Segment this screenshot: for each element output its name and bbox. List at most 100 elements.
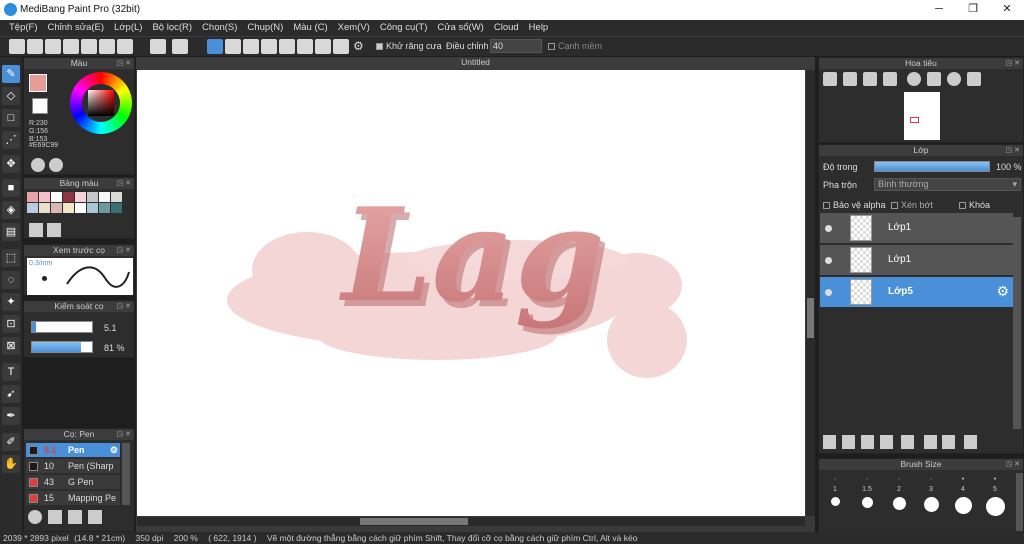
navigator-thumbnail[interactable] <box>904 92 940 140</box>
palette-swatch[interactable] <box>51 203 62 213</box>
menu-view[interactable]: Xem(V) <box>333 20 375 36</box>
curve-snap-icon[interactable] <box>315 39 331 54</box>
palette-swatch[interactable] <box>63 203 74 213</box>
move-tool-icon[interactable]: ✥ <box>2 155 20 173</box>
menu-tools[interactable]: Công cụ(T) <box>375 20 433 36</box>
reset-view-icon[interactable] <box>927 72 941 86</box>
eye-icon[interactable] <box>825 289 832 296</box>
palette-swatch[interactable] <box>39 192 50 202</box>
menu-layer[interactable]: Lớp(L) <box>109 20 147 36</box>
layer-opacity-slider[interactable] <box>874 161 990 172</box>
gear-icon[interactable]: ⚙ <box>353 39 369 54</box>
menu-select[interactable]: Chọn(S) <box>197 20 242 36</box>
operation-tool-icon[interactable]: ➹ <box>2 385 20 403</box>
layer-row[interactable]: Lớp1 <box>820 245 1013 275</box>
vanishing-snap-icon[interactable] <box>261 39 277 54</box>
add-brush-icon[interactable] <box>28 510 42 524</box>
menu-window[interactable]: Cửa sổ(W) <box>432 20 488 36</box>
brush-size-preset[interactable]: • 5 <box>980 470 1010 516</box>
new-folder-icon[interactable] <box>901 435 914 449</box>
palette-swatch[interactable] <box>27 192 38 202</box>
brush-size-preset[interactable]: · 1 <box>820 470 850 514</box>
rotate-right-icon[interactable] <box>947 72 961 86</box>
brush-item[interactable]: 15 Mapping Pe <box>26 491 120 505</box>
adjust-input[interactable]: 40 <box>490 39 542 53</box>
menu-color[interactable]: Màu (C) <box>288 20 332 36</box>
ellipse-snap-icon[interactable] <box>333 39 349 54</box>
eye-icon[interactable] <box>825 225 832 232</box>
flip-icon[interactable] <box>967 72 981 86</box>
palette-swatch[interactable] <box>99 192 110 202</box>
palette-swatch[interactable] <box>27 203 38 213</box>
snap-off-icon[interactable] <box>207 39 223 54</box>
antialias-checkbox[interactable] <box>376 43 383 51</box>
new-halftone-layer-icon[interactable] <box>842 435 855 449</box>
foreground-color[interactable] <box>29 74 47 92</box>
close-button[interactable]: ✕ <box>990 0 1024 20</box>
brush-info-icon[interactable] <box>88 510 102 524</box>
color-mix-icon[interactable] <box>49 158 63 172</box>
copy-brush-icon[interactable] <box>48 510 62 524</box>
palette-swatch[interactable] <box>87 192 98 202</box>
message-icon[interactable] <box>63 39 79 54</box>
hand-tool-icon[interactable]: ✋ <box>2 455 20 473</box>
layer-row[interactable]: Lớp1 <box>820 213 1013 243</box>
lock-checkbox[interactable] <box>959 202 966 210</box>
canvas-tab[interactable]: Untitled <box>136 57 815 68</box>
drawing-canvas[interactable]: Lag Lag <box>137 70 805 516</box>
menu-filter[interactable]: Bộ lọc(R) <box>147 20 197 36</box>
palette-swatch[interactable] <box>63 192 74 202</box>
brush-item[interactable]: 5.1 Pen ⚙ <box>26 443 120 457</box>
text-tool-icon[interactable]: T <box>2 363 20 381</box>
restore-button[interactable]: ❐ <box>956 0 990 20</box>
redo-icon[interactable] <box>172 39 188 54</box>
blend-mode-select[interactable]: Bình thường ▾ <box>874 178 1021 191</box>
palette-swatch[interactable] <box>99 203 110 213</box>
brush-size-slider[interactable] <box>31 321 93 333</box>
crisscross-snap-icon[interactable] <box>243 39 259 54</box>
new-palette-icon[interactable] <box>29 223 43 237</box>
menu-snap[interactable]: Chụp(N) <box>242 20 288 36</box>
menu-file[interactable]: Tệp(F) <box>4 20 43 36</box>
brush-settings-gear-icon[interactable]: ⚙ <box>110 443 118 457</box>
minimize-button[interactable]: ─ <box>922 0 956 20</box>
palette-swatch[interactable] <box>75 192 86 202</box>
cloud-icon[interactable] <box>9 39 25 54</box>
palette-swatch[interactable] <box>87 203 98 213</box>
eraser-tool-icon[interactable]: ◇ <box>2 87 20 105</box>
menu-cloud[interactable]: Cloud <box>489 20 524 36</box>
zoom-in-icon[interactable] <box>823 72 837 86</box>
brush-opacity-slider[interactable] <box>31 341 93 353</box>
share-icon[interactable] <box>27 39 43 54</box>
brush-size-preset[interactable]: · 3 <box>916 470 946 514</box>
layer-settings-gear-icon[interactable]: ⚙ <box>996 283 1009 300</box>
delete-layer-icon[interactable] <box>964 435 977 449</box>
zoom-out-icon[interactable] <box>883 72 897 86</box>
select-tool-icon[interactable]: ⬚ <box>2 249 20 267</box>
lasso-tool-icon[interactable]: ◌ <box>2 271 20 289</box>
page-icon[interactable] <box>99 39 115 54</box>
zoom-in-alt-icon[interactable] <box>843 72 857 86</box>
new-layer-icon[interactable] <box>823 435 836 449</box>
menu-help[interactable]: Help <box>524 20 554 36</box>
document-icon[interactable] <box>81 39 97 54</box>
new-8bit-layer-icon[interactable] <box>861 435 874 449</box>
palette-swatch[interactable] <box>111 203 122 213</box>
delete-palette-icon[interactable] <box>47 223 61 237</box>
select-pen-icon[interactable]: ⊡ <box>2 315 20 333</box>
palette-swatch[interactable] <box>111 192 122 202</box>
brush-size-scrollbar[interactable] <box>1016 473 1023 531</box>
eyedropper-tool-icon[interactable]: ✐ <box>2 433 20 451</box>
eye-icon[interactable] <box>825 257 832 264</box>
protect-alpha-checkbox[interactable] <box>823 202 830 210</box>
brush-list-scrollbar[interactable] <box>122 443 130 505</box>
color-wheel[interactable] <box>70 72 132 134</box>
clipping-checkbox[interactable] <box>891 202 898 210</box>
brush-menu-icon[interactable] <box>68 510 82 524</box>
menu-edit[interactable]: Chỉnh sửa(E) <box>43 20 110 36</box>
palette-swatch[interactable] <box>75 203 86 213</box>
comment-icon[interactable] <box>45 39 61 54</box>
brush-size-preset[interactable]: · 2 <box>884 470 914 514</box>
layer-list-scrollbar[interactable] <box>1013 217 1021 429</box>
palette-swatch[interactable] <box>39 203 50 213</box>
